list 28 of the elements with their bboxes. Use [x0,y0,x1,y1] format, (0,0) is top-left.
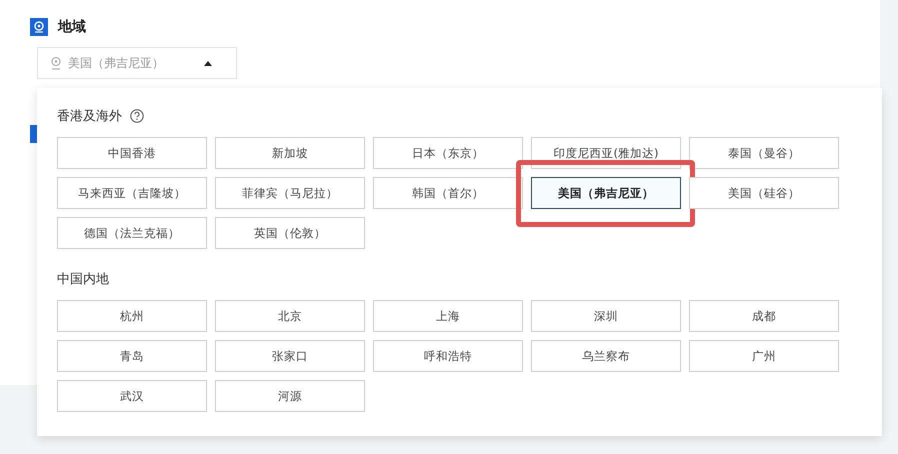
region-option[interactable]: 杭州 [57,300,207,332]
group-title: 中国内地 [57,271,109,288]
region-option[interactable]: 北京 [215,300,365,332]
region-option[interactable]: 菲律宾（马尼拉） [215,177,365,209]
region-option[interactable]: 深圳 [531,300,681,332]
region-option[interactable]: 呼和浩特 [373,340,523,372]
region-option[interactable]: 中国香港 [57,137,207,169]
region-option[interactable]: 广州 [689,340,839,372]
caret-icon [204,60,212,66]
group-title: 香港及海外 [57,108,122,125]
region-option[interactable]: 泰国（曼谷） [689,137,839,169]
region-option[interactable]: 德国（法兰克福） [57,217,207,249]
region-option[interactable]: 韩国（首尔） [373,177,523,209]
region-option[interactable]: 张家口 [215,340,365,372]
region-option[interactable]: 马来西亚（吉隆坡） [57,177,207,209]
region-option[interactable]: 新加坡 [215,137,365,169]
region-option[interactable]: 成都 [689,300,839,332]
region-option[interactable]: 青岛 [57,340,207,372]
region-option[interactable]: 英国（伦敦） [215,217,365,249]
region-option[interactable]: 美国（弗吉尼亚） [531,177,681,209]
region-option[interactable]: 武汉 [57,380,207,412]
section-title: 地域 [58,18,86,36]
region-option[interactable]: 日本（东京） [373,137,523,169]
region-option[interactable]: 上海 [373,300,523,332]
region-option[interactable]: 河源 [215,380,365,412]
region-option[interactable]: 美国（硅谷） [689,177,839,209]
help-icon[interactable] [130,109,144,123]
region-option[interactable]: 乌兰察布 [531,340,681,372]
